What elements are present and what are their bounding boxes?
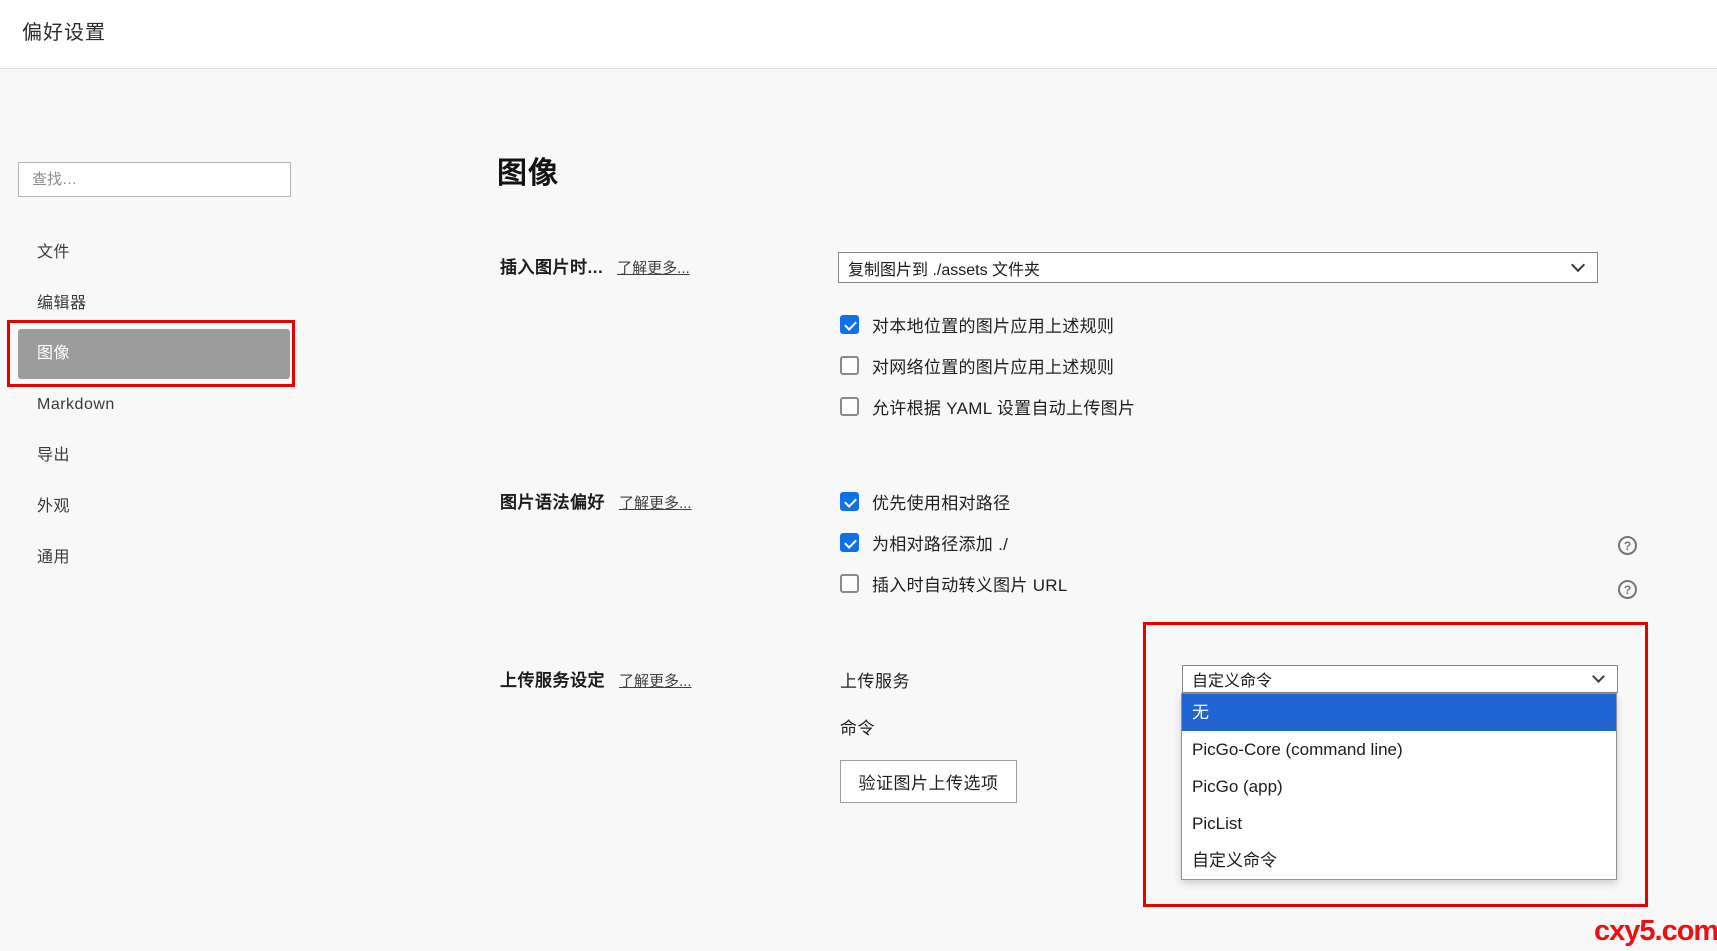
upload-service-select[interactable]: 自定义命令 <box>1182 665 1618 693</box>
upload-service-select-value: 自定义命令 <box>1192 667 1272 691</box>
window-title: 偏好设置 <box>22 16 106 45</box>
checkbox-label: 插入时自动转义图片 URL <box>872 571 1068 596</box>
upload-learn-more-link[interactable]: 了解更多... <box>619 670 692 691</box>
sidebar-item-files[interactable]: 文件 <box>18 227 290 278</box>
sidebar-item-editor[interactable]: 编辑器 <box>18 278 290 329</box>
upload-section-label: 上传服务设定 <box>500 666 605 691</box>
checkbox-unchecked-icon[interactable] <box>840 356 859 375</box>
sidebar-item-export[interactable]: 导出 <box>18 430 290 481</box>
checkbox-checked-icon[interactable] <box>840 492 859 511</box>
sidebar-item-markdown[interactable]: Markdown <box>18 379 290 430</box>
sidebar-item-general[interactable]: 通用 <box>18 532 290 583</box>
insert-learn-more-link[interactable]: 了解更多... <box>617 257 690 278</box>
dropdown-option-piclist[interactable]: PicList <box>1182 805 1616 842</box>
checkbox-unchecked-icon[interactable] <box>840 397 859 416</box>
checkbox-label: 对本地位置的图片应用上述规则 <box>872 312 1114 337</box>
checkbox-row-escape-url[interactable]: 插入时自动转义图片 URL <box>840 571 1068 595</box>
checkbox-row-local-rule[interactable]: 对本地位置的图片应用上述规则 <box>840 312 1135 336</box>
dropdown-option-none[interactable]: 无 <box>1182 694 1616 731</box>
insert-section-header: 插入图片时... 了解更多... <box>500 253 690 278</box>
insert-section-checkboxes: 对本地位置的图片应用上述规则 对网络位置的图片应用上述规则 允许根据 YAML … <box>840 312 1135 435</box>
checkbox-checked-icon[interactable] <box>840 533 859 552</box>
help-icon[interactable]: ? <box>1618 580 1637 599</box>
checkbox-label: 优先使用相对路径 <box>872 489 1010 514</box>
command-label: 命令 <box>840 714 875 739</box>
checkbox-row-relative-path[interactable]: 优先使用相对路径 <box>840 489 1068 513</box>
help-icon[interactable]: ? <box>1618 536 1637 555</box>
upload-section-header: 上传服务设定 了解更多... <box>500 666 692 691</box>
sidebar-item-appearance[interactable]: 外观 <box>18 481 290 532</box>
checkbox-label: 为相对路径添加 ./ <box>872 530 1008 555</box>
insert-image-select-value: 复制图片到 ./assets 文件夹 <box>848 256 1040 280</box>
upload-service-label: 上传服务 <box>840 667 910 692</box>
checkbox-label: 对网络位置的图片应用上述规则 <box>872 353 1114 378</box>
header-bar: 偏好设置 <box>0 0 1717 69</box>
checkbox-row-web-rule[interactable]: 对网络位置的图片应用上述规则 <box>840 353 1135 377</box>
dropdown-option-picgo-core[interactable]: PicGo-Core (command line) <box>1182 731 1616 768</box>
sidebar-nav: 文件 编辑器 图像 Markdown 导出 外观 通用 <box>18 227 290 583</box>
syntax-section-header: 图片语法偏好 了解更多... <box>500 488 692 513</box>
syntax-section-checkboxes: 优先使用相对路径 为相对路径添加 ./ 插入时自动转义图片 URL <box>840 489 1068 612</box>
validate-upload-button-label: 验证图片上传选项 <box>859 769 999 794</box>
validate-upload-button[interactable]: 验证图片上传选项 <box>840 760 1017 803</box>
chevron-down-icon <box>1592 670 1605 683</box>
page-title: 图像 <box>497 148 559 192</box>
syntax-section-label: 图片语法偏好 <box>500 488 605 513</box>
checkbox-unchecked-icon[interactable] <box>840 574 859 593</box>
syntax-learn-more-link[interactable]: 了解更多... <box>619 492 692 513</box>
chevron-down-icon <box>1571 257 1585 271</box>
checkbox-label: 允许根据 YAML 设置自动上传图片 <box>872 394 1135 419</box>
dropdown-option-custom-command[interactable]: 自定义命令 <box>1182 842 1616 879</box>
search-input[interactable] <box>18 162 291 197</box>
insert-image-select[interactable]: 复制图片到 ./assets 文件夹 <box>838 252 1598 283</box>
dropdown-option-picgo-app[interactable]: PicGo (app) <box>1182 768 1616 805</box>
insert-section-label: 插入图片时... <box>500 253 603 278</box>
upload-service-dropdown: 无 PicGo-Core (command line) PicGo (app) … <box>1181 693 1617 880</box>
sidebar-item-image[interactable]: 图像 <box>18 329 290 379</box>
checkbox-checked-icon[interactable] <box>840 315 859 334</box>
preferences-window: 偏好设置 文件 编辑器 图像 Markdown 导出 外观 通用 图像 插入图片… <box>0 0 1717 951</box>
checkbox-row-yaml-upload[interactable]: 允许根据 YAML 设置自动上传图片 <box>840 394 1135 418</box>
checkbox-row-add-dot-slash[interactable]: 为相对路径添加 ./ <box>840 530 1068 554</box>
watermark: cxy5.com <box>1594 915 1717 948</box>
